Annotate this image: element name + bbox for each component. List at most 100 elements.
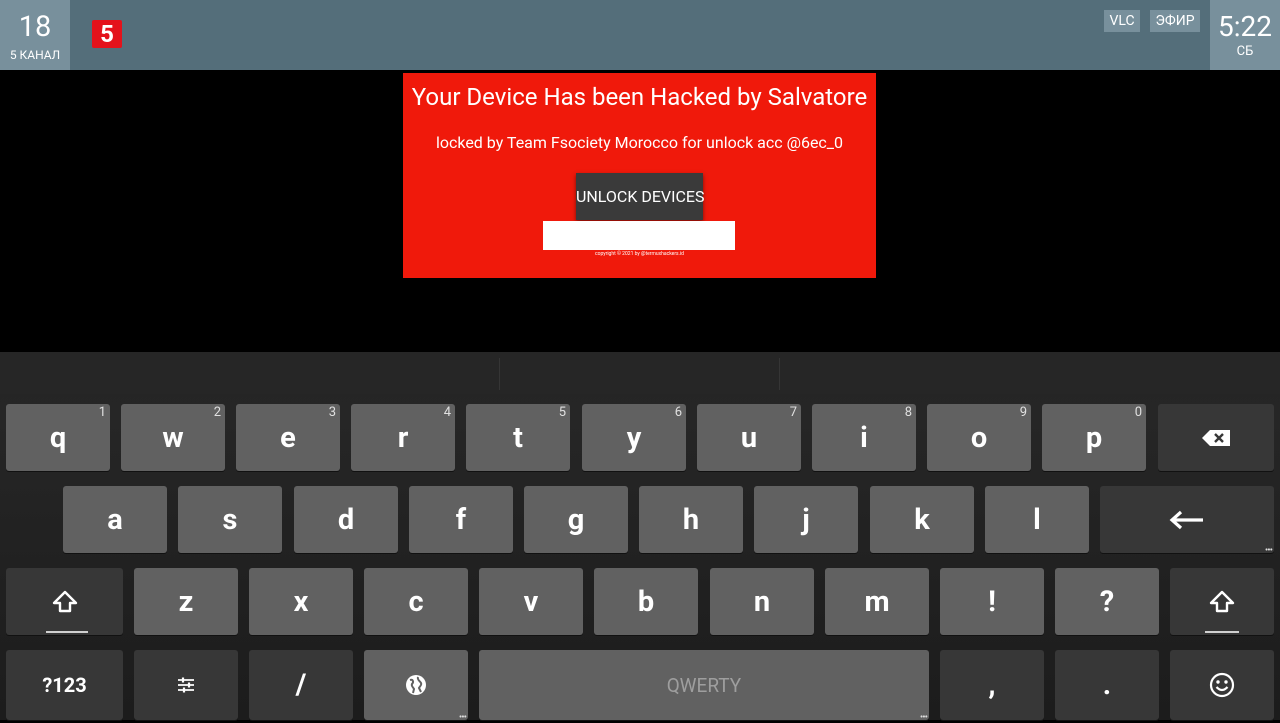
more-options-dots-icon: ••• bbox=[458, 712, 467, 723]
key-label: j bbox=[802, 502, 810, 537]
shift-indicator bbox=[46, 631, 88, 633]
key-period[interactable]: . bbox=[1055, 650, 1159, 720]
channel-name: 5 КАНАЛ bbox=[9, 48, 61, 62]
key-label: n bbox=[753, 584, 771, 619]
copyright-text: copyright © 2021 by @termuxhackers.id bbox=[595, 251, 684, 257]
globe-icon bbox=[364, 650, 468, 720]
key-hint: 0 bbox=[1134, 405, 1142, 420]
key-i[interactable]: i8 bbox=[812, 404, 916, 471]
key-t[interactable]: t5 bbox=[466, 404, 570, 471]
key-label: , bbox=[988, 668, 996, 702]
key-label: x bbox=[293, 584, 309, 619]
unlock-devices-button[interactable]: UNLOCK DEVICES bbox=[576, 173, 704, 220]
key-f[interactable]: f bbox=[409, 486, 513, 553]
key-label: o bbox=[970, 420, 988, 455]
settings-sliders-icon bbox=[134, 650, 238, 720]
key-v[interactable]: v bbox=[479, 568, 583, 635]
ransom-dialog: Your Device Has been Hacked by Salvatore… bbox=[403, 73, 876, 278]
key-y[interactable]: y6 bbox=[582, 404, 686, 471]
key-language[interactable]: ••• bbox=[364, 650, 468, 723]
key-r[interactable]: r4 bbox=[351, 404, 455, 471]
key-question[interactable]: ? bbox=[1055, 568, 1159, 635]
key-label: . bbox=[1102, 668, 1112, 702]
key-m[interactable]: m bbox=[825, 568, 929, 635]
key-shift-left[interactable] bbox=[6, 568, 123, 635]
shift-arrow-icon bbox=[6, 568, 123, 635]
clock-day: СБ bbox=[1236, 44, 1254, 59]
key-hint: 9 bbox=[1019, 405, 1027, 420]
key-slash[interactable]: / bbox=[249, 650, 353, 720]
key-label: h bbox=[682, 502, 700, 537]
ransom-message: locked by Team Fsociety Morocco for unlo… bbox=[435, 133, 844, 152]
key-shift-right[interactable] bbox=[1170, 568, 1274, 635]
key-exclamation[interactable]: ! bbox=[940, 568, 1044, 635]
key-s[interactable]: s bbox=[178, 486, 282, 553]
key-w[interactable]: w2 bbox=[121, 404, 225, 471]
source-vlc-badge[interactable]: VLC bbox=[1104, 10, 1140, 32]
emoji-smiley-icon bbox=[1170, 650, 1274, 720]
key-enter[interactable]: ••• bbox=[1100, 486, 1274, 556]
key-label: e bbox=[280, 420, 296, 455]
key-c[interactable]: c bbox=[364, 568, 468, 635]
key-label: ? bbox=[1099, 584, 1115, 619]
key-hint: 4 bbox=[443, 405, 451, 420]
key-label: v bbox=[523, 584, 539, 619]
suggestion-divider bbox=[499, 358, 500, 390]
channel-logo-text: 5 bbox=[100, 20, 114, 48]
key-label: f bbox=[455, 502, 467, 537]
key-label: t bbox=[513, 420, 523, 455]
channel-number: 18 bbox=[18, 10, 52, 44]
key-comma[interactable]: , bbox=[940, 650, 1044, 720]
suggestion-strip bbox=[0, 352, 1280, 394]
channel-logo: 5 bbox=[92, 20, 122, 48]
enter-arrow-icon bbox=[1100, 486, 1274, 553]
tv-top-bar: 18 5 КАНАЛ 5 VLC ЭФИР 5:22 СБ bbox=[0, 0, 1280, 70]
key-k[interactable]: k bbox=[870, 486, 974, 553]
key-label: p bbox=[1085, 420, 1103, 455]
key-label: s bbox=[222, 502, 238, 537]
key-hint: 6 bbox=[674, 405, 682, 420]
key-d[interactable]: d bbox=[294, 486, 398, 553]
key-p[interactable]: p0 bbox=[1042, 404, 1146, 471]
key-hint: 8 bbox=[904, 405, 912, 420]
key-backspace[interactable] bbox=[1158, 404, 1274, 471]
ransom-title: Your Device Has been Hacked by Salvatore bbox=[411, 83, 868, 111]
key-h[interactable]: h bbox=[639, 486, 743, 553]
channel-indicator[interactable]: 18 5 КАНАЛ bbox=[0, 0, 70, 70]
key-space[interactable]: QWERTY ••• bbox=[479, 650, 929, 723]
key-label: w bbox=[162, 420, 184, 455]
key-label: l bbox=[1033, 502, 1041, 537]
key-hint: 3 bbox=[328, 405, 336, 420]
backspace-icon bbox=[1158, 404, 1274, 471]
key-o[interactable]: o9 bbox=[927, 404, 1031, 471]
key-hint: 5 bbox=[558, 405, 566, 420]
source-broadcast-badge[interactable]: ЭФИР bbox=[1150, 10, 1200, 32]
key-emoji[interactable] bbox=[1170, 650, 1274, 720]
key-label: b bbox=[637, 584, 655, 619]
key-label: z bbox=[178, 584, 194, 619]
key-e[interactable]: e3 bbox=[236, 404, 340, 471]
key-label: c bbox=[408, 584, 424, 619]
clock-time: 5:22 bbox=[1218, 10, 1272, 43]
space-layout-label: QWERTY bbox=[666, 673, 742, 697]
key-u[interactable]: u7 bbox=[697, 404, 801, 471]
key-x[interactable]: x bbox=[249, 568, 353, 635]
key-j[interactable]: j bbox=[754, 486, 858, 553]
shift-indicator bbox=[1205, 631, 1239, 633]
key-label: q bbox=[49, 420, 67, 455]
key-label: y bbox=[626, 420, 642, 455]
key-g[interactable]: g bbox=[524, 486, 628, 553]
key-settings[interactable] bbox=[134, 650, 238, 720]
key-n[interactable]: n bbox=[710, 568, 814, 635]
key-q[interactable]: q1 bbox=[6, 404, 110, 471]
key-l[interactable]: l bbox=[985, 486, 1089, 553]
shift-arrow-icon bbox=[1170, 568, 1274, 635]
key-a[interactable]: a bbox=[63, 486, 167, 553]
key-label: ?123 bbox=[42, 673, 87, 697]
key-symbols[interactable]: ?123 bbox=[6, 650, 123, 720]
unlock-code-input[interactable] bbox=[543, 221, 735, 250]
key-b[interactable]: b bbox=[594, 568, 698, 635]
key-z[interactable]: z bbox=[134, 568, 238, 635]
clock: 5:22 СБ bbox=[1210, 0, 1280, 70]
key-hint: 7 bbox=[789, 405, 797, 420]
